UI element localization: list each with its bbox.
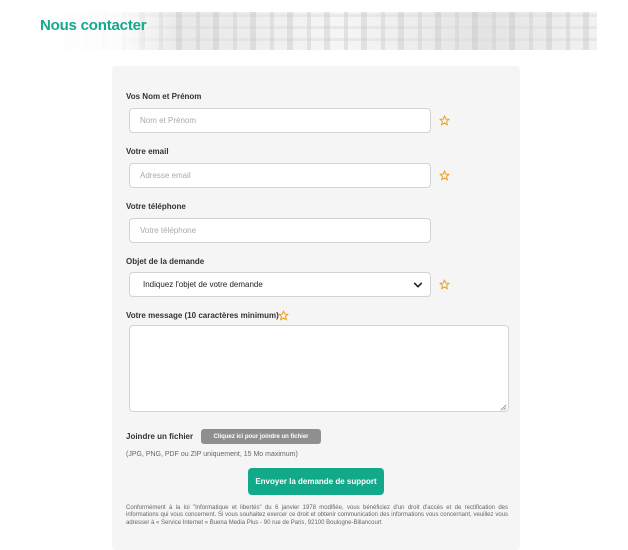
- legal-notice: Conformément à la loi "Informatique et l…: [126, 505, 508, 526]
- required-star-icon: [439, 170, 450, 181]
- header-banner: Nous contacter: [34, 12, 597, 50]
- email-input[interactable]: [129, 163, 431, 188]
- attach-file-button[interactable]: Cliquez ici pour joindre un fichier: [201, 429, 321, 444]
- email-label: Votre email: [126, 147, 169, 156]
- resize-grip-icon[interactable]: [500, 404, 507, 411]
- page-title: Nous contacter: [40, 17, 147, 34]
- submit-button[interactable]: Envoyer la demande de support: [248, 468, 384, 495]
- phone-input[interactable]: [129, 218, 431, 243]
- phone-label: Votre téléphone: [126, 202, 186, 211]
- subject-select-value: Indiquez l'objet de votre demande: [143, 280, 263, 289]
- required-star-icon: [278, 310, 289, 321]
- required-star-icon: [439, 115, 450, 126]
- message-textarea[interactable]: [129, 325, 509, 412]
- chevron-down-icon: [413, 282, 423, 288]
- attachment-hint: (JPG, PNG, PDF ou ZIP uniquement, 15 Mo …: [126, 451, 298, 458]
- subject-label: Objet de la demande: [126, 257, 205, 266]
- required-star-icon: [439, 279, 450, 290]
- subject-select[interactable]: Indiquez l'objet de votre demande: [129, 272, 431, 297]
- name-label: Vos Nom et Prénom: [126, 92, 202, 101]
- attachment-label: Joindre un fichier: [126, 432, 194, 441]
- name-input[interactable]: [129, 108, 431, 133]
- message-label: Votre message (10 caractères minimum): [126, 311, 279, 320]
